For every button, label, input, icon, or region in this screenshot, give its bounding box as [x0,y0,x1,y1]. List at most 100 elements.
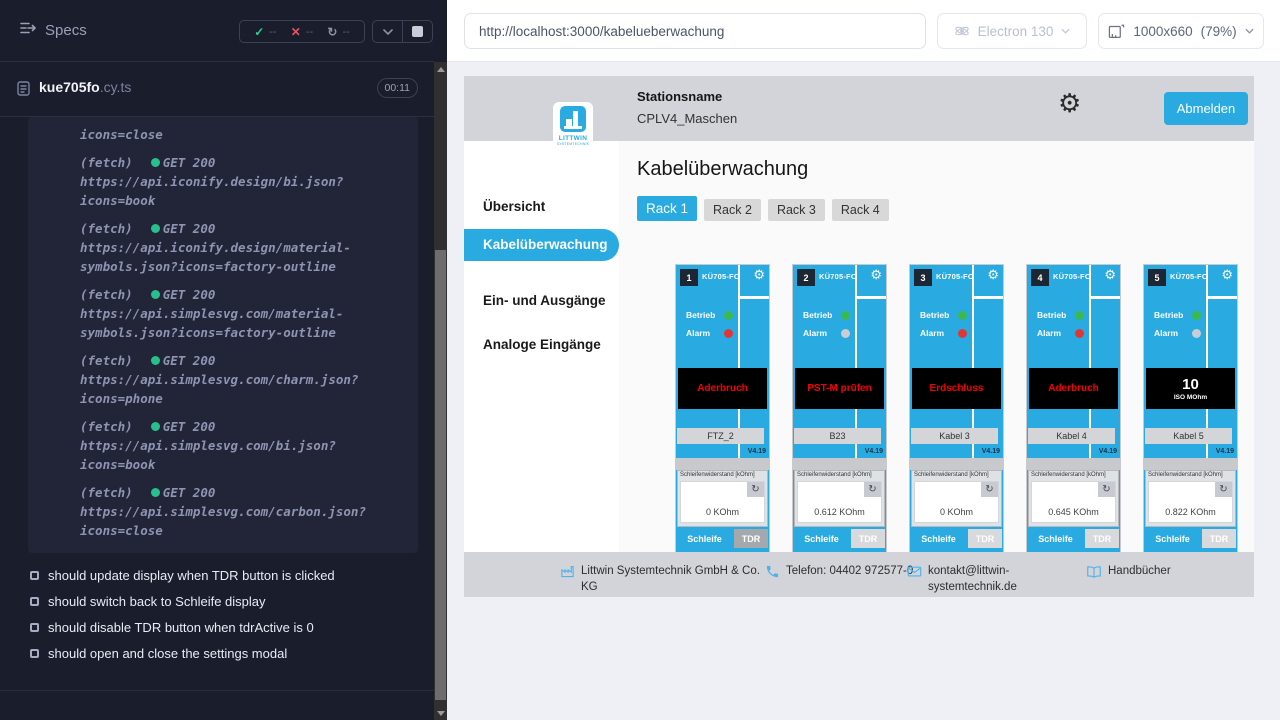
test-item[interactable]: should switch back to Schleife display [30,594,434,609]
schleife-button[interactable]: Schleife [794,529,849,548]
rack-tab[interactable]: Rack 3 [768,199,825,221]
log-url: https://api.simplesvg.com/bi.json?icons=… [80,436,410,474]
card-number-badge: 2 [797,269,815,286]
card-number-badge: 1 [680,269,698,286]
triangle-down-icon [437,711,445,716]
stat-passed[interactable]: ✓-- [254,25,276,39]
resistance-panel: Schleifenwiderstand [kOhm] ↻ 0.645 KOhm [1028,470,1119,527]
footer-item[interactable]: kontakt@littwin-systemtechnik.de [907,563,1046,595]
spec-row[interactable]: kue705fo.cy.ts 00:11 [0,62,434,117]
tdr-button[interactable]: TDR [734,529,768,548]
rack-tab[interactable]: Rack 4 [832,199,889,221]
nav-item-4[interactable]: Analoge Eingänge [464,335,619,355]
log-entry[interactable]: (fetch) GET 200 https://api.simplesvg.co… [80,285,410,342]
tdr-button[interactable]: TDR [851,529,885,548]
test-runner-panel: Specs ✓-- ✕-- ↻-- kue705fo.cy.ts 00:11 [0,0,434,720]
rack-tab[interactable]: Rack 2 [704,199,761,221]
resistance-value: 0.612 KOhm [798,507,881,517]
browser-selector[interactable]: Electron 130 [937,13,1087,49]
stop-button[interactable] [403,21,432,42]
screen: Specs ✓-- ✕-- ↻-- kue705fo.cy.ts 00:11 [0,0,1280,720]
settings-gear-icon[interactable]: ⚙ [1058,90,1081,116]
refresh-icon[interactable]: ↻ [981,482,998,497]
test-title: should open and close the settings modal [48,646,287,661]
resistance-label: Schleifenwiderstand [kOhm] [795,471,884,478]
alarm-label: Alarm [920,328,954,338]
card-settings-gear-icon[interactable]: ⚙ [1104,268,1116,281]
tdr-button[interactable]: TDR [1085,529,1119,548]
test-item[interactable]: should open and close the settings modal [30,646,434,661]
specs-menu-icon[interactable] [20,21,36,39]
divider [857,296,886,299]
log-tag: (fetch) [80,351,133,370]
log-tag: (fetch) [80,549,133,553]
schleife-button[interactable]: Schleife [1145,529,1200,548]
alarm-label: Alarm [1154,328,1188,338]
refresh-icon[interactable]: ↻ [864,482,881,497]
status-display: 10 ISO MOhm [1146,368,1235,409]
nav-item-1[interactable]: Übersicht [464,197,619,217]
test-item[interactable]: should update display when TDR button is… [30,568,434,583]
logo-title: LITTWIN [559,135,587,142]
nav-item-3[interactable]: Ein- und Ausgänge [464,291,619,311]
footer-item[interactable]: Handbücher [1086,563,1254,584]
schleife-button[interactable]: Schleife [677,529,732,548]
reporter-scrollbar [434,0,447,720]
led-block: Betrieb Alarm [803,308,850,344]
resistance-label: Schleifenwiderstand [kOhm] [912,471,1001,478]
status-display: PST-M prüfen [795,368,884,409]
refresh-icon[interactable]: ↻ [1215,482,1232,497]
viewport-scale-label: (79%) [1201,24,1237,39]
refresh-icon[interactable]: ↻ [1098,482,1115,497]
littwin-logo: LITTWIN SYSTEMTECHNIK [553,102,593,154]
log-entry[interactable]: (fetch) GET 200 https://api.simplesvg.co… [80,483,410,540]
card-settings-gear-icon[interactable]: ⚙ [987,268,999,281]
alarm-label: Alarm [803,328,837,338]
log-entry[interactable]: (fetch) GET 200 https://api.iconify.desi… [80,153,410,210]
mode-buttons: Schleife TDR [1028,529,1119,548]
scrollbar-down-button[interactable] [434,706,447,720]
collapse-button[interactable] [373,21,403,42]
url-input[interactable] [464,13,926,49]
tdr-button[interactable]: TDR [1202,529,1236,548]
rack-tab[interactable]: Rack 1 [637,196,697,221]
mode-buttons: Schleife TDR [677,529,768,548]
chevron-down-icon [383,29,393,35]
card-settings-gear-icon[interactable]: ⚙ [1221,268,1233,281]
divider [1027,458,1120,470]
refresh-icon[interactable]: ↻ [747,482,764,497]
divider [1144,458,1237,470]
command-log-inner: icons=close (fetch) GET 200 https://api.… [28,117,418,553]
resistance-value: 0 KOhm [681,507,764,517]
test-item[interactable]: should disable TDR button when tdrActive… [30,620,434,635]
scrollbar-thumb[interactable] [435,250,446,700]
resistance-readout: ↻ 0 KOhm [680,481,765,523]
firmware-version-label: V4.19 [982,448,1000,455]
schleife-button[interactable]: Schleife [911,529,966,548]
nav-item-2[interactable]: Kabelüberwachung [464,229,619,261]
stat-failed[interactable]: ✕-- [291,25,313,39]
logout-button[interactable]: Abmelden [1164,92,1248,125]
card-settings-gear-icon[interactable]: ⚙ [870,268,882,281]
led-block: Betrieb Alarm [1037,308,1084,344]
display-alert-text: Erdschluss [930,383,984,394]
schleife-button[interactable]: Schleife [1028,529,1083,548]
log-entry[interactable]: (fetch) GET 200 https://api.simplesvg.co… [80,549,410,553]
log-entry[interactable]: (fetch) GET 200 https://api.simplesvg.co… [80,351,410,408]
url-toolbar: Electron 130 1000x660 (79%) [447,0,1280,62]
log-entry[interactable]: (fetch) GET 200 https://api.simplesvg.co… [80,417,410,474]
resistance-value: 0.822 KOhm [1149,507,1232,517]
scrollbar-up-button[interactable] [434,62,447,76]
tdr-button[interactable]: TDR [968,529,1002,548]
viewport-selector[interactable]: 1000x660 (79%) [1098,13,1264,49]
specs-header[interactable]: Specs [20,21,87,39]
firmware-version-label: V4.19 [1099,448,1117,455]
stat-pending[interactable]: ↻-- [327,25,349,39]
card-settings-gear-icon[interactable]: ⚙ [753,268,765,281]
specs-label: Specs [45,22,87,39]
divider [676,458,769,470]
test-title: should disable TDR button when tdrActive… [48,620,314,635]
scrollbar-track[interactable] [434,62,447,720]
log-entry[interactable]: (fetch) GET 200 https://api.iconify.desi… [80,219,410,276]
footer-item: Littwin Systemtechnik GmbH & Co. KG [560,563,771,595]
